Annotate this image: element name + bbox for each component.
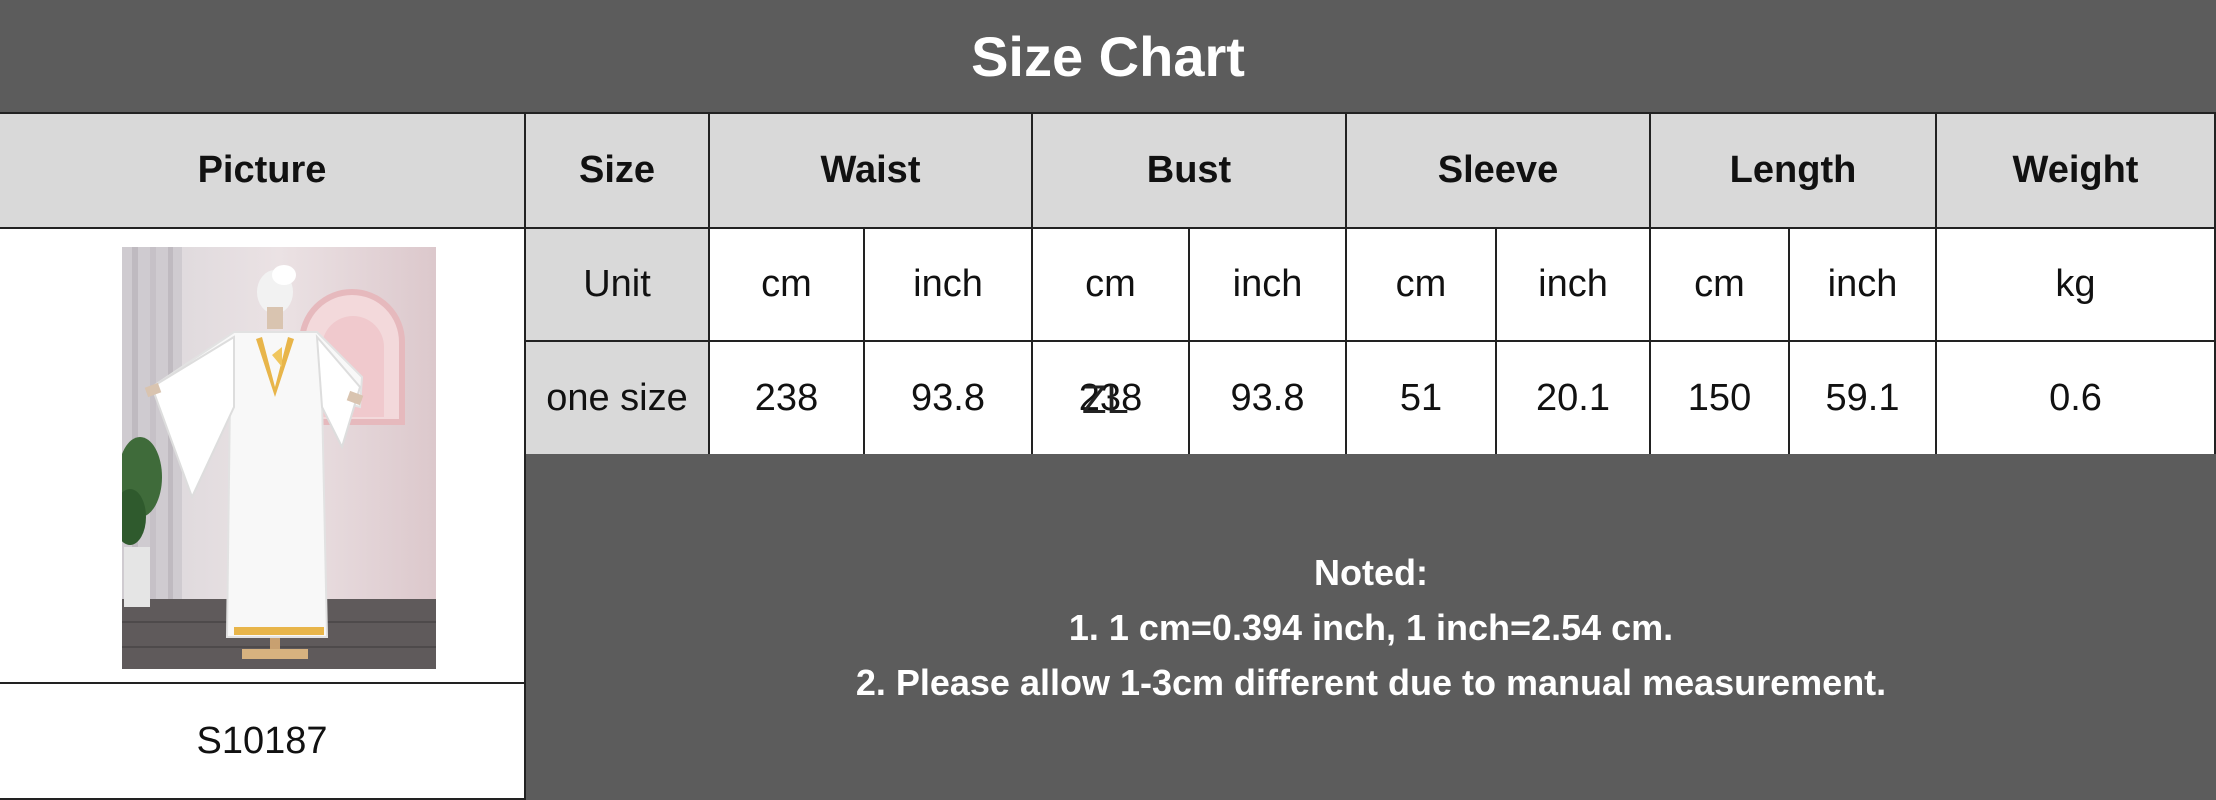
product-photo bbox=[122, 247, 436, 669]
header-length: Length bbox=[1651, 114, 1937, 229]
size-label: one size bbox=[526, 342, 710, 456]
unit-waist-cm: cm bbox=[710, 229, 865, 342]
header-picture: Picture bbox=[0, 114, 526, 229]
unit-bust-inch: inch bbox=[1190, 229, 1347, 342]
header-sleeve: Sleeve bbox=[1347, 114, 1651, 229]
unit-bust-cm: cm bbox=[1033, 229, 1190, 342]
unit-label: Unit bbox=[526, 229, 710, 342]
unit-length-inch: inch bbox=[1790, 229, 1937, 342]
header-weight: Weight bbox=[1937, 114, 2216, 229]
waist-inch-value: 93.8 bbox=[865, 342, 1033, 456]
sleeve-cm-value: 51 bbox=[1347, 342, 1497, 456]
unit-waist-inch: inch bbox=[865, 229, 1033, 342]
product-photo-illustration bbox=[122, 247, 436, 669]
notes-panel: Noted: 1. 1 cm=0.394 inch, 1 inch=2.54 c… bbox=[526, 454, 2216, 800]
header-bust: Bust bbox=[1033, 114, 1347, 229]
notes-line-1: 1. 1 cm=0.394 inch, 1 inch=2.54 cm. bbox=[1068, 606, 1674, 648]
header-size: Size bbox=[526, 114, 710, 229]
notes-line-2: 2. Please allow 1-3cm different due to m… bbox=[855, 661, 1887, 703]
weight-value: 0.6 bbox=[1937, 342, 2216, 456]
header-waist: Waist bbox=[710, 114, 1033, 229]
unit-sleeve-inch: inch bbox=[1497, 229, 1651, 342]
unit-sleeve-cm: cm bbox=[1347, 229, 1497, 342]
sleeve-inch-value: 20.1 bbox=[1497, 342, 1651, 456]
unit-weight: kg bbox=[1937, 229, 2216, 342]
size-chart-title: Size Chart bbox=[0, 0, 2216, 114]
length-inch-value: 59.1 bbox=[1790, 342, 1937, 456]
product-code: S10187 bbox=[0, 684, 526, 800]
bust-inch-value: 93.8 bbox=[1190, 342, 1347, 456]
bust-cm-value: 238 bbox=[1033, 342, 1190, 456]
length-cm-value: 150 bbox=[1651, 342, 1790, 456]
unit-length-cm: cm bbox=[1651, 229, 1790, 342]
waist-cm-value: 238 bbox=[710, 342, 865, 456]
notes-heading: Noted: bbox=[1314, 551, 1428, 593]
size-chart: Size Chart Picture Size Waist Bust Sleev… bbox=[0, 0, 2216, 800]
